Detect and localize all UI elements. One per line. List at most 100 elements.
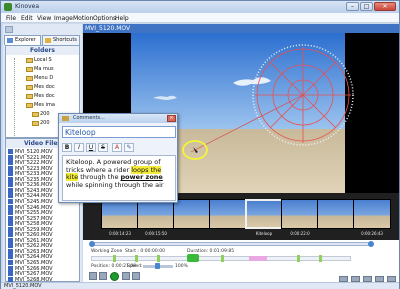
keyframe-marker[interactable] <box>297 255 300 262</box>
menu-motion[interactable]: Motion <box>73 15 93 22</box>
first-frame-icon[interactable] <box>89 272 97 280</box>
menu-options[interactable]: Options <box>93 15 116 22</box>
bold-button[interactable]: B <box>62 143 72 152</box>
keyframe-thumbnail[interactable] <box>137 199 175 229</box>
keyframe-thumbnail[interactable] <box>209 199 247 229</box>
video-file-icon <box>8 221 13 227</box>
folder-item[interactable]: Menu D <box>34 75 53 81</box>
thumbnail-time: 0:00:14:23 <box>109 231 131 236</box>
last-frame-icon[interactable] <box>132 272 140 280</box>
menu-image[interactable]: Image <box>54 15 73 22</box>
text-color-button[interactable]: A <box>112 143 122 152</box>
speed-value: 100% <box>175 264 188 269</box>
nav-right-handle[interactable] <box>368 241 374 247</box>
folder-item[interactable]: Mes doc <box>34 84 55 90</box>
playhead-cursor[interactable] <box>187 254 199 262</box>
menu-bar: File Edit View Image Motion Options Help <box>1 13 399 23</box>
video-file-icon <box>8 171 13 177</box>
folder-item[interactable]: Mes doc <box>34 93 55 99</box>
speed-slider-knob[interactable] <box>155 263 160 269</box>
keyframe-marker[interactable] <box>319 255 322 262</box>
folder-icon <box>26 85 33 90</box>
keyframe-marker[interactable] <box>221 255 224 262</box>
navigation-track[interactable] <box>91 242 371 246</box>
working-zone-label: Working Zone <box>91 249 123 254</box>
shortcuts-icon <box>45 38 51 43</box>
prev-frame-icon[interactable] <box>99 272 107 280</box>
folder-item[interactable]: 200 <box>40 120 50 126</box>
keyframe-thumbnail[interactable] <box>281 199 319 229</box>
keyframe-marker[interactable] <box>113 255 116 262</box>
window-title: Kinovea <box>15 3 39 10</box>
comment-text-area[interactable]: Kiteloop. A powered group of tricks wher… <box>62 155 176 201</box>
comments-dialog: Comments... × Kiteloop B I U S A ✎ Kitel… <box>58 113 178 203</box>
tab-explorer[interactable]: Explorer <box>4 35 41 45</box>
folder-item[interactable]: Ma mus <box>34 66 54 72</box>
dialog-title-bar[interactable]: Comments... × <box>59 114 177 123</box>
video-file-icon <box>8 271 13 277</box>
video-file-icon <box>8 226 13 232</box>
keyframe-marker[interactable] <box>157 255 160 262</box>
video-file-icon <box>8 165 13 171</box>
keyframe-thumbnail[interactable] <box>353 199 391 229</box>
thumbnail-time: Kiteloop <box>255 231 273 236</box>
chrono-block <box>249 256 267 261</box>
folder-icon <box>26 58 33 63</box>
keyframe-thumbnail[interactable] <box>317 199 355 229</box>
keyframe-marker[interactable] <box>135 255 138 262</box>
folder-item[interactable]: 200 <box>40 111 50 117</box>
next-frame-icon[interactable] <box>122 272 130 280</box>
video-title-bar: MVI_5120.MOV <box>83 24 399 33</box>
tab-explorer-label: Explorer <box>15 37 36 43</box>
video-file-icon <box>8 149 13 154</box>
minimize-button[interactable]: – <box>346 2 359 11</box>
status-bar: MVI_5120.MOV <box>1 282 399 289</box>
keyframe-thumbnail[interactable] <box>245 199 283 229</box>
dialog-close-button[interactable]: × <box>167 115 176 122</box>
video-file-icon <box>8 237 13 243</box>
italic-button[interactable]: I <box>74 143 84 152</box>
video-file-icon <box>8 232 13 238</box>
folder-icon <box>26 94 33 99</box>
video-file-icon <box>8 204 13 210</box>
video-file-icon <box>8 154 13 160</box>
tab-shortcuts-label: Shortcuts <box>53 37 77 43</box>
player-controls: 0:00:14:23 0:00:15:50 Kiteloop 0:00:22:0 0:0… <box>83 193 399 282</box>
maximize-button[interactable]: □ <box>360 2 373 11</box>
video-file-icon <box>8 176 13 182</box>
folder-item[interactable]: Local S <box>34 57 52 63</box>
title-bar: Kinovea – □ ✕ <box>1 1 399 13</box>
underline-button[interactable]: U <box>86 143 96 152</box>
video-file-icon <box>8 248 13 254</box>
menu-help[interactable]: Help <box>115 15 129 22</box>
thumbnail-time: 0:00:22:0 <box>290 231 310 236</box>
video-file-icon <box>8 254 13 260</box>
close-button[interactable]: ✕ <box>374 2 396 11</box>
video-file-icon <box>8 160 13 166</box>
thumbnail-time: 0:00:26:43 <box>361 231 383 236</box>
nav-left-handle[interactable] <box>89 241 95 247</box>
strikeout-button[interactable]: S <box>98 143 108 152</box>
tab-shortcuts[interactable]: Shortcuts <box>42 35 80 45</box>
video-file-icon <box>8 260 13 265</box>
folder-icon <box>26 76 33 81</box>
menu-edit[interactable]: Edit <box>21 15 33 22</box>
video-file-icon <box>8 193 13 199</box>
video-file-icon <box>8 182 13 188</box>
app-logo-icon <box>4 3 12 11</box>
folders-header: Folders <box>6 46 79 55</box>
menu-file[interactable]: File <box>6 15 16 22</box>
keyframe-name-input[interactable]: Kiteloop <box>62 126 176 138</box>
video-file-icon <box>8 198 13 204</box>
tree-guide-lines <box>14 58 26 138</box>
play-button[interactable] <box>110 272 119 281</box>
video-file-icon <box>8 210 13 216</box>
panel-toggle-icon[interactable] <box>5 26 13 33</box>
keyframe-thumbnail[interactable] <box>173 199 211 229</box>
video-file-icon <box>8 187 13 193</box>
video-file-icon <box>8 265 13 271</box>
keyframe-thumbnail[interactable] <box>101 199 139 229</box>
highlight-button[interactable]: ✎ <box>124 143 134 152</box>
menu-view[interactable]: View <box>37 15 51 22</box>
folder-item[interactable]: Mes ima <box>34 102 55 108</box>
